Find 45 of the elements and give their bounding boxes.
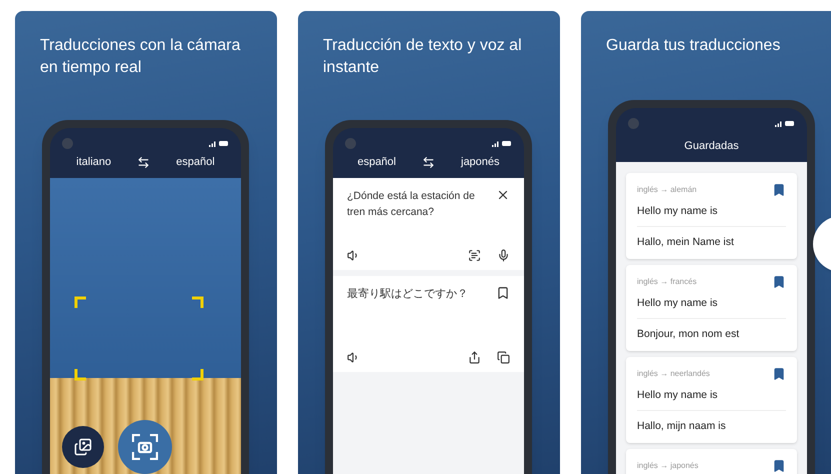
bookmark-icon[interactable]: [772, 275, 786, 289]
language-pair: inglés → japonés: [637, 460, 698, 472]
saved-translation-card[interactable]: inglés → neerlandés Hello my name is Hallo, mijn naam is: [626, 357, 797, 443]
bookmark-icon[interactable]: [772, 459, 786, 473]
bookmark-icon[interactable]: [772, 183, 786, 197]
bookmark-icon[interactable]: [496, 286, 510, 300]
screenshot-card[interactable]: Traducción de texto y voz al instante español japonés ¿Dónde está la estación de tren más cercana? 最寄り駅はどこですか？: [298, 11, 560, 474]
status-icons: [209, 140, 229, 146]
target-language[interactable]: japonés: [461, 154, 500, 170]
saved-translation-card[interactable]: inglés → alemán Hello my name is Hallo, mein Name ist: [626, 173, 797, 259]
screenshot-card[interactable]: Traducciones con la cámara en tiempo real italiano español: [15, 11, 277, 474]
output-text: 最寄り駅はどこですか？: [347, 286, 468, 302]
saved-translation-card[interactable]: inglés → francés Hello my name is Bonjour, mon nom est: [626, 265, 797, 351]
speaker-icon[interactable]: [347, 248, 360, 262]
scan-icon[interactable]: [468, 248, 481, 262]
copy-icon[interactable]: [497, 350, 510, 364]
status-icons: [775, 120, 795, 126]
screenshot-card[interactable]: [581, 11, 831, 474]
card-title: Traducciones con la cámara en tiempo real: [40, 36, 242, 78]
input-text[interactable]: ¿Dónde está la estación de tren más cercana?: [347, 188, 487, 220]
bookmark-icon[interactable]: [772, 367, 786, 381]
source-language[interactable]: italiano: [76, 154, 112, 170]
source-text: Hello my name is: [637, 204, 718, 219]
scan-camera-icon: [132, 434, 158, 460]
status-icons: [492, 140, 512, 146]
source-language[interactable]: español: [357, 154, 396, 170]
source-text: Hello my name is: [637, 296, 718, 311]
translated-text: Hallo, mijn naam is: [637, 419, 726, 434]
language-pair: inglés → francés: [637, 276, 697, 288]
card-title: Traducción de texto y voz al instante: [323, 36, 523, 78]
gallery-icon: [74, 438, 92, 456]
translated-text: Bonjour, mon nom est: [637, 327, 740, 342]
speaker-icon[interactable]: [347, 350, 360, 364]
translated-text: Hallo, mein Name ist: [637, 235, 734, 250]
target-language[interactable]: español: [176, 154, 215, 170]
share-icon[interactable]: [468, 350, 481, 364]
microphone-icon[interactable]: [497, 248, 510, 262]
screen-title: Guardadas: [684, 138, 739, 154]
language-pair: inglés → alemán: [637, 184, 697, 196]
source-text: Hello my name is: [637, 388, 718, 403]
card-title: Guarda tus traducciones: [606, 36, 782, 56]
swap-icon[interactable]: [137, 156, 150, 168]
language-pair: inglés → neerlandés: [637, 368, 710, 380]
close-icon[interactable]: [496, 188, 510, 202]
swap-icon[interactable]: [422, 156, 435, 168]
